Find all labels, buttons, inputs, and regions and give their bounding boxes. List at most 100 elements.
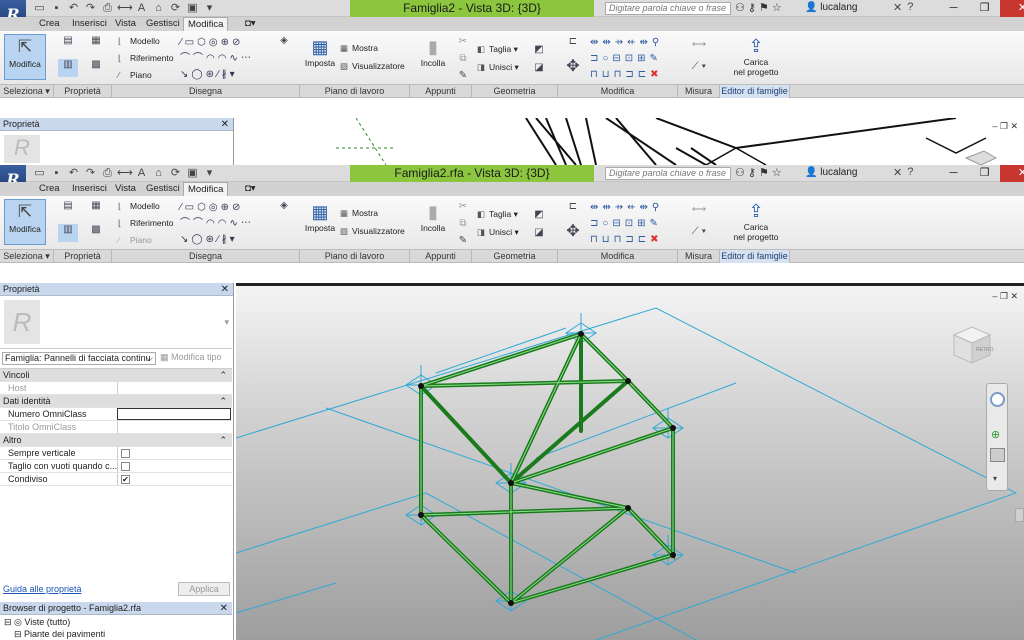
type-selector[interactable]: Famiglia: Pannelli di facciata continu ⌵ [2,352,156,365]
family-types-icon[interactable]: ▦ [86,35,106,53]
print-icon[interactable]: ⎙ [100,166,115,180]
region-zoom-icon[interactable] [990,448,1005,462]
model-line-button[interactable]: ⌊ Modello [118,201,160,212]
viewer-button[interactable]: ▧ Visualizzatore [340,226,405,237]
viewer-button[interactable]: ▧ Visualizzatore [340,61,405,72]
paste-button[interactable]: ▮ Incolla [418,36,448,68]
join-button[interactable]: ◨ Unisci ▾ [477,227,519,238]
subscription-icon[interactable]: ⚑ [759,166,769,179]
tab-inserisci[interactable]: Inserisci [68,17,111,31]
viewcube[interactable]: RETRO [948,321,996,369]
shape-icon[interactable]: ◈ [274,35,294,53]
help-icon[interactable]: ? [907,1,913,14]
group-altro[interactable]: Altro ⌃ [0,434,232,447]
copy-icon[interactable]: ⧉ [456,53,470,65]
view-controls[interactable]: ‒ ❐ ✕ [992,121,1018,132]
zoom-icon[interactable]: ⊕ [991,428,1000,441]
cut-geometry-button[interactable]: ◧ Taglia ▾ [477,209,518,220]
cut-icon[interactable]: ✂ [456,36,470,48]
load-into-project-button[interactable]: ⇪ Carica nel progetto [730,35,782,77]
back-3d-view[interactable]: ‒ ❐ ✕ [236,118,1024,165]
close-button[interactable]: ✕ [1000,165,1024,182]
measure-icon[interactable]: ⟷ [117,1,133,15]
draw-tools-icons[interactable]: ⁄▭⬡◎⊕⊘ ⌒⌒◠◠∿⋯ ↘◯⊛∕∦▾ [180,35,270,80]
save-icon[interactable]: ▪ [49,166,64,180]
minimize-button[interactable]: ─ [938,165,969,182]
maximize-button[interactable]: ❐ [969,165,1000,182]
geometry-icon-2[interactable]: ◪ [532,62,546,74]
preview-dropdown-icon[interactable]: ▾ [224,317,229,328]
open-icon[interactable]: ▭ [32,1,47,15]
tab-modifica[interactable]: Modifica [183,17,229,31]
join-button[interactable]: ◨ Unisci ▾ [477,62,519,73]
cut-geometry-button[interactable]: ◧ Taglia ▾ [477,44,518,55]
redo-icon[interactable]: ↷ [83,1,98,15]
qat-dropdown-icon[interactable]: ▾ [202,1,217,15]
show-button[interactable]: ▦ Mostra [340,208,378,219]
panel-seleziona[interactable]: Seleziona ▾ [0,250,54,263]
redo-icon[interactable]: ↷ [83,166,98,180]
modify-tools-icons[interactable]: ⇹⇹⇸⇷⇹⚲ ⊐○⊟⊡⊞✎ ⊓⊔⊓⊐⊏✖ [590,35,680,81]
view3d-icon[interactable]: ⌂ [151,1,166,15]
minimize-button[interactable]: ─ [938,0,969,17]
tab-extra-icon[interactable]: ◘▾ [241,17,260,31]
set-workplane-button[interactable]: ▦ Imposta [303,201,337,233]
plane-button[interactable]: ⁄ Piano [118,70,152,80]
reference-line-button[interactable]: ⌊ Riferimento [118,53,173,64]
draw-tools-icons[interactable]: ⁄▭⬡◎⊕⊘ ⌒⌒◠◠∿⋯ ↘◯⊛∕∦▾ [180,200,270,245]
save-icon[interactable]: ▪ [49,1,64,15]
exchange-icon[interactable]: ✕ [893,166,902,179]
tab-crea[interactable]: Crea [35,182,64,196]
geometry-icon-1[interactable]: ◩ [532,209,546,221]
type-properties-icon[interactable]: ▥ [58,59,78,77]
move-icon[interactable]: ✥ [563,224,583,244]
tab-modifica[interactable]: Modifica [183,182,229,196]
properties-icon[interactable]: ▤ [58,35,78,53]
align-icon[interactable]: ⊏ [563,201,583,219]
subscription-icon[interactable]: ⚑ [759,1,769,14]
copy-icon[interactable]: ⧉ [456,218,470,230]
user-name[interactable]: 👤 lucalang [805,167,858,178]
show-button[interactable]: ▦ Mostra [340,43,378,54]
binoculars-icon[interactable]: ⚇ [735,166,745,179]
tab-extra-icon[interactable]: ◘▾ [241,182,260,196]
properties-help-link[interactable]: Guida alle proprietà [3,584,82,594]
undo-icon[interactable]: ↶ [66,166,81,180]
tab-inserisci[interactable]: Inserisci [68,182,111,196]
aligned-dimension-icon[interactable]: ⟷ [684,39,714,51]
aligned-dimension-icon[interactable]: ⟷ [684,204,714,216]
sync-icon[interactable]: ⟳ [168,1,183,15]
angular-dimension-icon[interactable]: ⟋ ▾ [684,61,714,73]
star-icon[interactable]: ☆ [772,166,782,179]
geometry-icon-2[interactable]: ◪ [532,227,546,239]
maximize-button[interactable]: ❐ [969,0,1000,17]
family-types-icon[interactable]: ▦ [86,200,106,218]
panel-seleziona[interactable]: Seleziona ▾ [0,85,54,98]
geometry-icon-1[interactable]: ◩ [532,44,546,56]
tab-vista[interactable]: Vista [111,182,140,196]
reference-line-button[interactable]: ⌊ Riferimento [118,218,173,229]
apply-button[interactable]: Applica [178,582,230,596]
group-dati-identita[interactable]: Dati identità ⌃ [0,395,232,408]
qat-dropdown-icon[interactable]: ▾ [202,166,217,180]
omniclass-number-field[interactable] [117,408,231,420]
open-icon[interactable]: ▭ [32,166,47,180]
load-into-project-button[interactable]: ⇪ Carica nel progetto [730,200,782,242]
nav-bar-menu-icon[interactable]: ▾ [993,474,997,483]
tab-vista[interactable]: Vista [111,17,140,31]
vertical-scroll-handle[interactable] [1015,508,1024,522]
shared-checkbox[interactable]: ✔ [121,475,130,484]
undo-icon[interactable]: ↶ [66,1,81,15]
move-icon[interactable]: ✥ [563,59,583,79]
angular-dimension-icon[interactable]: ⟋ ▾ [684,226,714,238]
type-properties-icon[interactable]: ▥ [58,224,78,242]
family-category-icon[interactable]: ▩ [86,224,106,242]
cut-icon[interactable]: ✂ [456,201,470,213]
exchange-icon[interactable]: ✕ [893,1,902,14]
modify-button[interactable]: ⇱ Modifica [4,199,46,245]
search-input[interactable]: Digitare parola chiave o frase [605,167,731,180]
cut-with-voids-checkbox[interactable] [121,462,130,471]
shape-icon[interactable]: ◈ [274,200,294,218]
close-icon[interactable]: ✕ [221,283,229,296]
star-icon[interactable]: ☆ [772,1,782,14]
